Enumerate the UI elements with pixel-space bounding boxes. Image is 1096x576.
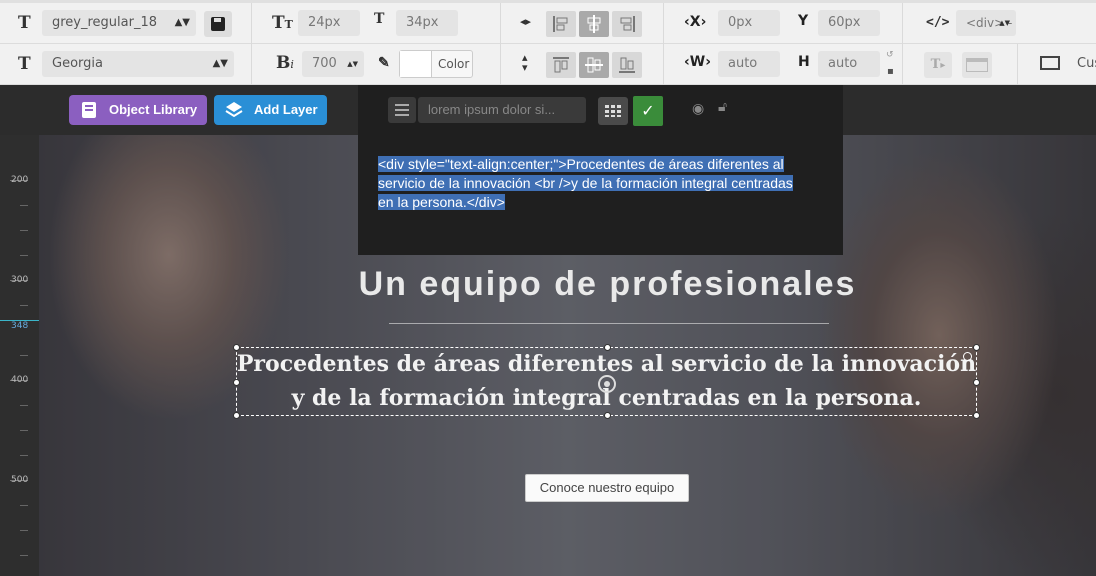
height-label: H — [798, 54, 810, 70]
align-bottom-button[interactable] — [612, 52, 642, 78]
align-middle-button[interactable] — [579, 52, 609, 78]
height-input[interactable]: auto — [818, 51, 880, 77]
font-family-select[interactable]: Georgia ▲▼ — [42, 51, 234, 77]
font-size-input[interactable]: 24px — [298, 10, 360, 36]
x-label: ‹X› — [684, 14, 707, 30]
resize-icon — [1040, 56, 1060, 70]
toolbar-row-2: T Georgia ▲▼ Bi 700 ▲▼ ✎ Color ▴ ▾ ‹W› auto… — [0, 44, 1096, 86]
chevron-updown-icon: ▲▼ — [347, 60, 358, 68]
align-bottom-icon — [619, 57, 635, 73]
ruler-label: 200 — [11, 175, 29, 185]
ruler-label: 500 — [11, 475, 29, 485]
y-position-input[interactable]: 60px — [818, 10, 880, 36]
font-weight-icon: Bi — [276, 53, 294, 73]
divider — [902, 44, 903, 86]
move-handle-icon[interactable] — [598, 375, 616, 393]
resize-handle[interactable] — [604, 344, 611, 351]
resize-handle[interactable] — [973, 412, 980, 419]
html-code-textarea[interactable]: <div style="text-align:center;">Proceden… — [378, 155, 828, 212]
width-input[interactable]: auto — [718, 51, 780, 77]
team-button[interactable]: Conoce nuestro equipo — [525, 474, 689, 502]
divider — [500, 3, 501, 45]
hero-title[interactable]: Un equipo de profesionales — [39, 265, 1096, 304]
rectangle-icon — [966, 58, 988, 72]
grid-icon — [605, 105, 621, 117]
tag-select[interactable]: <div> - ▲▼ — [956, 10, 1016, 36]
divider — [1017, 44, 1018, 86]
resize-handle[interactable] — [973, 379, 980, 386]
rotate-handle[interactable] — [963, 352, 972, 361]
custom-label[interactable]: Cus — [1077, 56, 1096, 71]
hero-divider — [389, 323, 829, 324]
text-transform-button[interactable]: T▸ — [924, 52, 952, 78]
divider — [663, 44, 664, 86]
chevron-updown-icon: ▲▼ — [999, 19, 1010, 27]
grid-button[interactable] — [598, 97, 628, 125]
toolbar-row-1: T grey_regular_18 ▲▼ TT 24px T 34px ◂▸ ‹… — [0, 0, 1096, 45]
color-preview — [400, 51, 432, 77]
align-right-button[interactable] — [612, 11, 642, 37]
resize-handle[interactable] — [233, 379, 240, 386]
object-library-button[interactable]: Object Library — [69, 95, 207, 125]
confirm-button[interactable]: ✓ — [633, 96, 663, 126]
resize-handle[interactable] — [973, 344, 980, 351]
align-top-button[interactable] — [546, 52, 576, 78]
align-center-button[interactable] — [579, 11, 609, 37]
lock-ratio-icon[interactable]: ▪ — [887, 66, 894, 77]
y-label: Y — [798, 13, 809, 29]
x-position-input[interactable]: 0px — [718, 10, 780, 36]
layers-icon — [225, 102, 243, 118]
align-left-button[interactable] — [546, 11, 576, 37]
align-middle-icon — [585, 57, 603, 73]
ruler-label: 300 — [11, 275, 29, 285]
style-select[interactable]: grey_regular_18 ▲▼ — [42, 10, 196, 36]
divider — [663, 3, 664, 45]
checkmark-icon: ✓ — [641, 101, 655, 120]
width-label: ‹W› — [684, 54, 712, 70]
divider — [500, 44, 501, 86]
reset-size-icon[interactable]: ↺ — [886, 50, 894, 60]
color-swatch[interactable]: Color — [399, 50, 473, 78]
selection-box[interactable] — [233, 344, 980, 419]
divider — [251, 44, 252, 86]
line-height-icon: T — [374, 11, 385, 27]
resize-handle[interactable] — [233, 344, 240, 351]
ruler-label: 400 — [11, 375, 29, 385]
align-left-icon — [553, 16, 568, 32]
save-icon — [211, 17, 225, 31]
visibility-eye-icon[interactable]: ◉ — [692, 101, 704, 117]
book-icon — [82, 102, 96, 118]
hamburger-icon — [395, 104, 409, 116]
color-picker-icon: ✎ — [378, 55, 390, 71]
font-size-icon: TT — [272, 13, 293, 33]
add-layer-button[interactable]: Add Layer — [214, 95, 327, 125]
divider — [251, 3, 252, 45]
divider — [902, 3, 903, 45]
layer-menu-button[interactable] — [388, 97, 416, 123]
line-height-input[interactable]: 34px — [396, 10, 458, 36]
resize-handle[interactable] — [604, 412, 611, 419]
vertical-align-icon: ▴ ▾ — [522, 51, 528, 74]
font-family-icon: T — [18, 54, 31, 74]
save-style-button[interactable] — [204, 11, 232, 37]
vertical-ruler: 200 300 348 400 500 — [0, 135, 39, 576]
align-right-icon — [620, 16, 635, 32]
ruler-cursor-label: 348 — [11, 321, 29, 331]
horizontal-align-icon: ◂▸ — [520, 15, 532, 28]
chevron-updown-icon: ▲▼ — [174, 17, 190, 28]
align-center-icon — [587, 15, 601, 33]
text-style-icon: T — [18, 13, 31, 33]
layer-name-input[interactable]: lorem ipsum dolor si... — [418, 97, 586, 123]
layer-text-editor: lorem ipsum dolor si... ✓ ◉ 🔓︎ <div styl… — [358, 85, 843, 255]
align-top-icon — [553, 57, 569, 73]
chevron-updown-icon: ▲▼ — [212, 58, 228, 69]
code-icon: </> — [926, 15, 950, 30]
resize-handle[interactable] — [233, 412, 240, 419]
layout-toggle-button[interactable] — [962, 52, 992, 78]
unlock-icon[interactable]: 🔓︎ — [718, 99, 727, 115]
font-weight-select[interactable]: 700 ▲▼ — [302, 51, 364, 77]
